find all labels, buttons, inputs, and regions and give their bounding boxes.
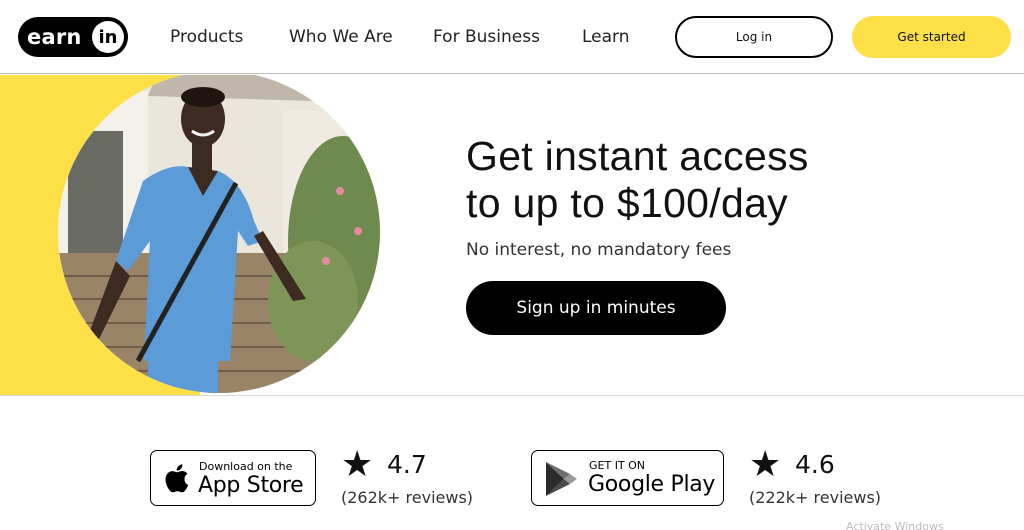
- star-icon: ★: [341, 444, 374, 485]
- google-play-big-text: Google Play: [588, 472, 716, 497]
- app-store-big-text: App Store: [198, 473, 304, 498]
- apple-logo-icon: [163, 462, 189, 498]
- app-store-badge[interactable]: Download on the App Store: [150, 450, 316, 506]
- google-play-reviews: (222k+ reviews): [749, 488, 882, 507]
- app-store-small-text: Download on the: [199, 460, 293, 473]
- get-started-button[interactable]: Get started: [852, 16, 1011, 58]
- google-play-icon: [544, 461, 578, 501]
- nav-who-we-are[interactable]: Who We Are: [289, 27, 393, 47]
- nav-products[interactable]: Products: [170, 27, 243, 47]
- login-button[interactable]: Log in: [675, 16, 833, 58]
- nav-learn[interactable]: Learn: [582, 27, 630, 47]
- hero-title: Get instant access to up to $100/day: [466, 133, 809, 227]
- signup-button[interactable]: Sign up in minutes: [466, 281, 726, 335]
- google-play-small-text: GET IT ON: [589, 459, 646, 472]
- hero-subtitle: No interest, no mandatory fees: [466, 240, 732, 260]
- app-store-rating: 4.7: [387, 450, 427, 479]
- google-play-badge[interactable]: GET IT ON Google Play: [531, 450, 724, 506]
- hero-illustration: [58, 75, 380, 393]
- hero-section: Get instant access to up to $100/day No …: [0, 75, 1024, 396]
- earnin-logo[interactable]: earn in: [18, 17, 128, 57]
- site-header: earn in Products Who We Are For Business…: [0, 0, 1024, 74]
- hero-photo: [58, 75, 380, 393]
- star-icon: ★: [749, 444, 782, 485]
- app-store-reviews: (262k+ reviews): [341, 488, 474, 507]
- hero-title-line-1: Get instant access: [466, 133, 809, 179]
- google-play-rating: 4.6: [795, 450, 835, 479]
- windows-activation-watermark: Activate Windows: [846, 520, 944, 530]
- logo-badge: in: [92, 21, 124, 53]
- hero-title-line-2: to up to $100/day: [466, 180, 788, 226]
- logo-word: earn: [27, 25, 82, 49]
- nav-for-business[interactable]: For Business: [433, 27, 540, 47]
